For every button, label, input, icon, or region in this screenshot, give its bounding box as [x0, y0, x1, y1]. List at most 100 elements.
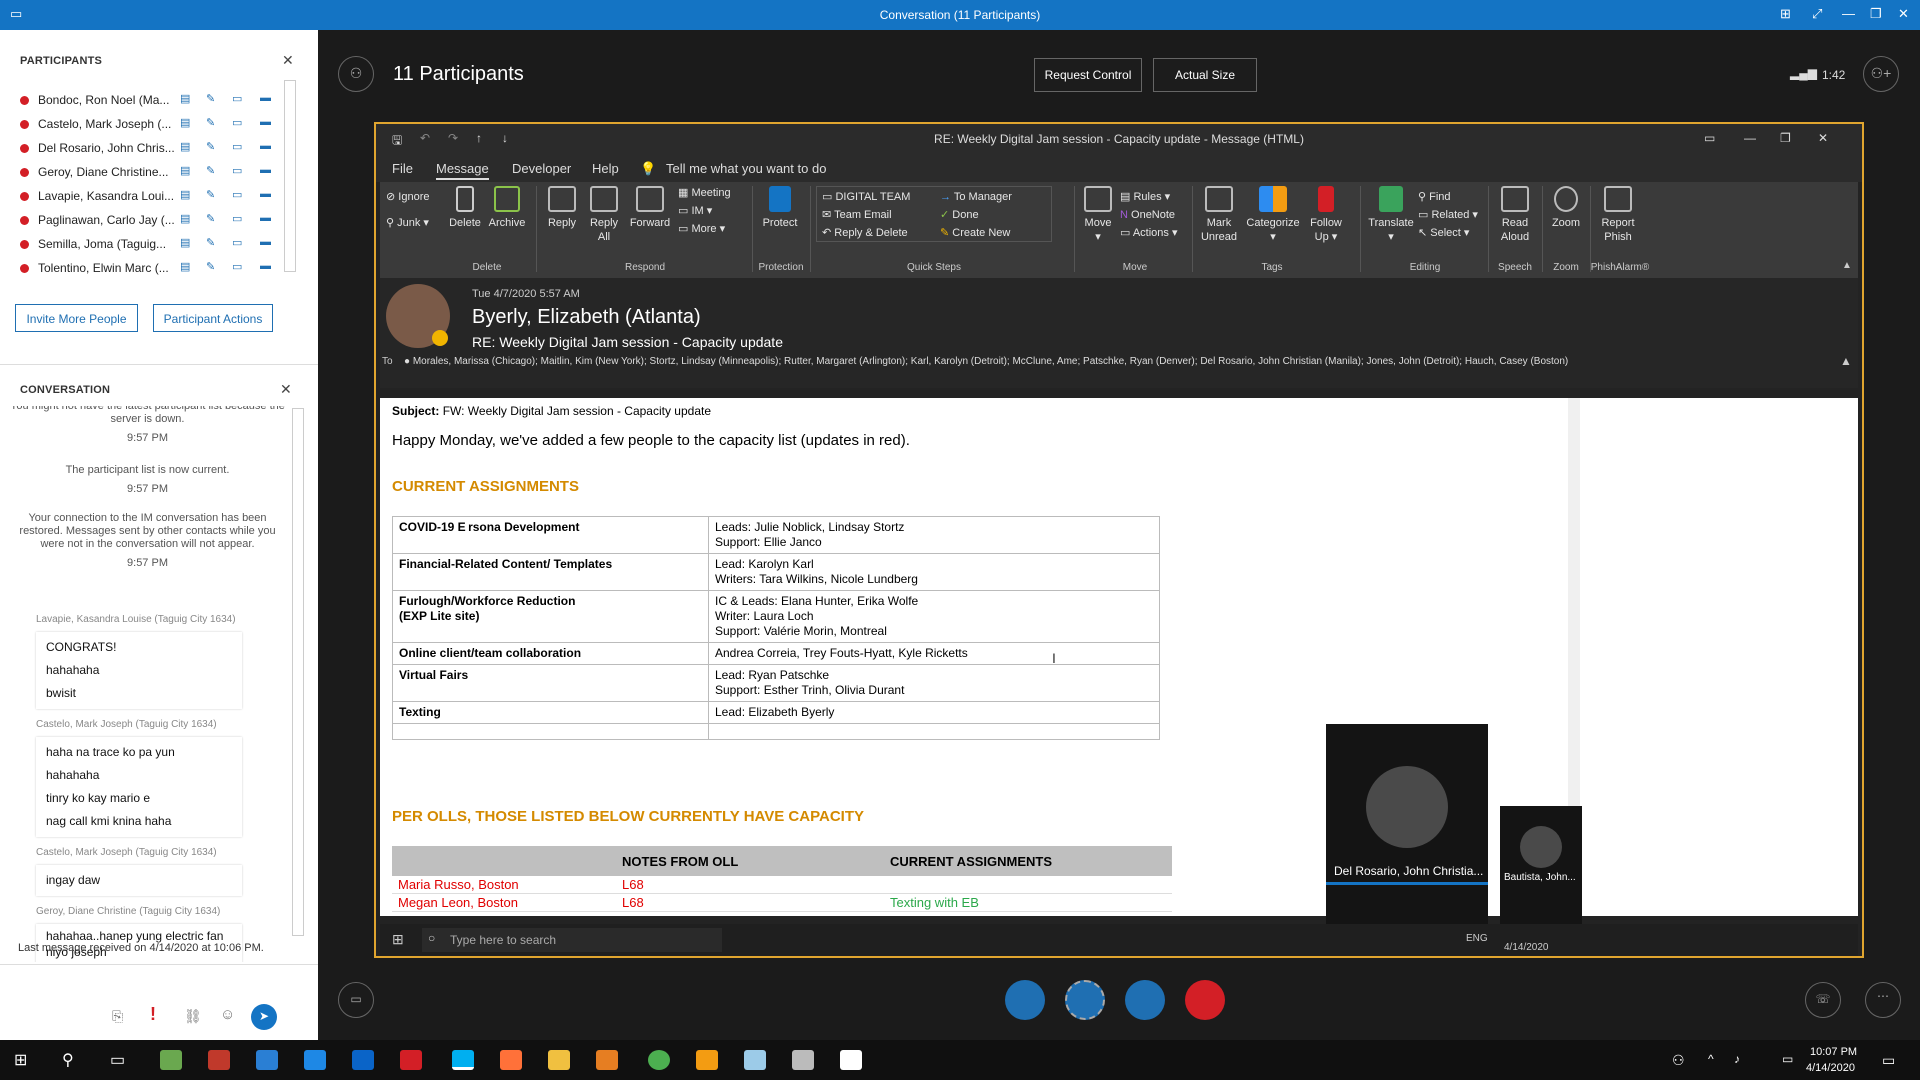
- more-button[interactable]: ▭ More ▾: [678, 222, 725, 236]
- attach-icon[interactable]: ⎘: [112, 1008, 123, 1025]
- participant-row[interactable]: Semilla, Joma (Taguig... ▤ ✎ ▭ ▬: [20, 232, 280, 256]
- mic-icon[interactable]: ✎: [206, 188, 220, 201]
- camera-icon[interactable]: ▭: [232, 140, 246, 153]
- fullscreen-icon[interactable]: ⤢: [1812, 6, 1822, 22]
- forward-button[interactable]: Forward: [628, 186, 672, 230]
- collapse-ribbon-icon[interactable]: ▲: [1842, 260, 1852, 271]
- minimize-icon[interactable]: —: [1842, 6, 1855, 21]
- mute-button[interactable]: [1065, 980, 1105, 1020]
- quickstep-digital-team[interactable]: ▭ DIGITAL TEAM: [822, 190, 910, 204]
- app-icon[interactable]: [744, 1050, 766, 1070]
- follow-up-button[interactable]: Follow Up ▾: [1304, 186, 1348, 244]
- read-aloud-button[interactable]: Read Aloud: [1494, 186, 1536, 244]
- mic-icon[interactable]: ✎: [206, 140, 220, 153]
- outlook-close-icon[interactable]: ✕: [1818, 131, 1828, 145]
- inner-start-icon[interactable]: ⊞: [392, 931, 404, 948]
- camera-icon[interactable]: ▭: [232, 212, 246, 225]
- find-button[interactable]: ⚲ Find: [1418, 190, 1451, 204]
- call-controls-icon[interactable]: ☏: [1805, 982, 1841, 1018]
- link-icon[interactable]: ⛓: [184, 1008, 202, 1025]
- camera-icon[interactable]: ▭: [232, 116, 246, 129]
- mark-unread-button[interactable]: Mark Unread: [1196, 186, 1242, 244]
- quickstep-create-new[interactable]: ✎ Create New: [940, 226, 1010, 240]
- start-icon[interactable]: ⊞: [14, 1050, 27, 1070]
- quickstep-reply-delete[interactable]: ↶ Reply & Delete: [822, 226, 908, 240]
- menu-file[interactable]: File: [392, 161, 413, 176]
- protect-button[interactable]: Protect: [758, 186, 802, 230]
- add-participant-icon[interactable]: ⚇+: [1863, 56, 1899, 92]
- mic-icon[interactable]: ✎: [206, 212, 220, 225]
- participant-row[interactable]: Geroy, Diane Christine... ▤ ✎ ▭ ▬: [20, 160, 280, 184]
- video-button[interactable]: [1005, 980, 1045, 1020]
- meeting-button[interactable]: ▦ Meeting: [678, 186, 731, 200]
- people-icon[interactable]: ⚇: [1672, 1052, 1685, 1069]
- tray-chevron-icon[interactable]: ^: [1708, 1052, 1714, 1066]
- mic-icon[interactable]: ✎: [206, 92, 220, 105]
- outlook-restore-icon[interactable]: ❐: [1780, 131, 1791, 145]
- archive-button[interactable]: Archive: [486, 186, 528, 230]
- importance-icon[interactable]: !: [150, 1004, 156, 1025]
- select-button[interactable]: ↖ Select ▾: [1418, 226, 1469, 240]
- related-button[interactable]: ▭ Related ▾: [1418, 208, 1478, 222]
- menu-help[interactable]: Help: [592, 161, 619, 176]
- outlook-minimize-icon[interactable]: —: [1744, 131, 1756, 145]
- outlook-icon[interactable]: [352, 1050, 374, 1070]
- screen-share-icon[interactable]: ▬: [260, 164, 274, 177]
- im-icon[interactable]: ▤: [180, 188, 194, 201]
- im-button[interactable]: ▭ IM ▾: [678, 204, 712, 218]
- tell-me-box[interactable]: Tell me what you want to do: [666, 161, 826, 176]
- app-icon[interactable]: [160, 1050, 182, 1070]
- im-icon[interactable]: ▤: [180, 260, 194, 273]
- camera-icon[interactable]: ▭: [232, 188, 246, 201]
- participant-row[interactable]: Tolentino, Elwin Marc (... ▤ ✎ ▭ ▬: [20, 256, 280, 280]
- folder-icon[interactable]: [548, 1050, 570, 1070]
- reply-button[interactable]: Reply: [544, 186, 580, 230]
- notification-icon[interactable]: ▭: [1882, 1052, 1895, 1069]
- screen-share-icon[interactable]: ▬: [260, 188, 274, 201]
- clock-date[interactable]: 4/14/2020: [1806, 1062, 1855, 1074]
- participant-row[interactable]: Castelo, Mark Joseph (... ▤ ✎ ▭ ▬: [20, 112, 280, 136]
- send-icon[interactable]: ➤: [251, 1004, 277, 1030]
- ignore-button[interactable]: ⊘ Ignore: [386, 190, 429, 204]
- conversation-scrollbar[interactable]: [292, 408, 304, 936]
- hang-up-button[interactable]: [1185, 980, 1225, 1020]
- chrome-icon[interactable]: [648, 1050, 670, 1070]
- camera-icon[interactable]: ▭: [232, 92, 246, 105]
- actual-size-button[interactable]: Actual Size: [1153, 58, 1257, 92]
- im-icon[interactable]: ▤: [180, 164, 194, 177]
- onenote-button[interactable]: N OneNote: [1120, 208, 1175, 222]
- close-conversation-icon[interactable]: ✕: [280, 381, 292, 398]
- junk-button[interactable]: ⚲ Junk ▾: [386, 216, 429, 230]
- invite-more-people-button[interactable]: Invite More People: [15, 304, 138, 332]
- clock-time[interactable]: 10:07 PM: [1810, 1046, 1857, 1058]
- battery-icon[interactable]: ▭: [1782, 1052, 1793, 1066]
- delete-button[interactable]: Delete: [446, 186, 484, 230]
- move-button[interactable]: Move ▾: [1080, 186, 1116, 244]
- participant-row[interactable]: Lavapie, Kasandra Loui... ▤ ✎ ▭ ▬: [20, 184, 280, 208]
- screen-share-icon[interactable]: ▬: [260, 92, 274, 105]
- vscode-icon[interactable]: [256, 1050, 278, 1070]
- layout-icon[interactable]: ⊞: [1780, 6, 1791, 22]
- participant-actions-button[interactable]: Participant Actions: [153, 304, 273, 332]
- mic-icon[interactable]: ✎: [206, 164, 220, 177]
- app-icon[interactable]: [792, 1050, 814, 1070]
- translate-button[interactable]: Translate ▾: [1366, 186, 1416, 244]
- close-participants-icon[interactable]: ✕: [282, 52, 294, 69]
- im-icon[interactable]: ▤: [180, 236, 194, 249]
- screen-share-icon[interactable]: ▬: [260, 116, 274, 129]
- search-icon[interactable]: ⚲: [62, 1050, 74, 1070]
- search-app-icon[interactable]: [696, 1050, 718, 1070]
- sender-name[interactable]: Byerly, Elizabeth (Atlanta): [472, 306, 701, 329]
- participants-scrollbar[interactable]: [284, 80, 296, 272]
- quickstep-done[interactable]: ✓ Done: [940, 208, 979, 222]
- zoom-button[interactable]: Zoom: [1546, 186, 1586, 230]
- app-icon[interactable]: [840, 1050, 862, 1070]
- restore-icon[interactable]: ❐: [1870, 6, 1882, 22]
- acrobat-icon[interactable]: [208, 1050, 230, 1070]
- volume-icon[interactable]: ♪: [1734, 1052, 1740, 1066]
- lightroom-icon[interactable]: [304, 1050, 326, 1070]
- mic-icon[interactable]: ✎: [206, 260, 220, 273]
- more-options-icon[interactable]: ⋯: [1865, 982, 1901, 1018]
- menu-developer[interactable]: Developer: [512, 161, 571, 176]
- im-icon[interactable]: ▤: [180, 116, 194, 129]
